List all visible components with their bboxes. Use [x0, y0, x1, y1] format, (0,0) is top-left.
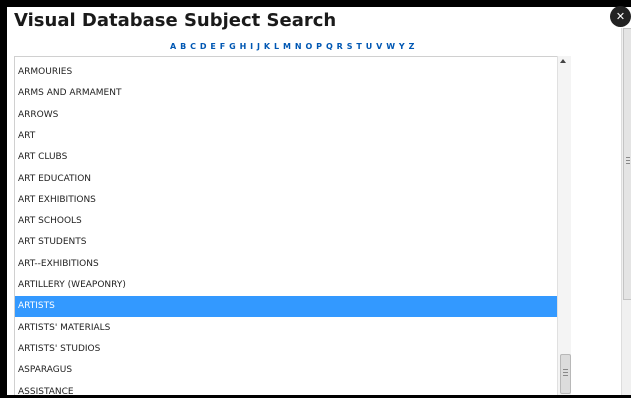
- letter-link-p[interactable]: P: [316, 40, 322, 54]
- letter-link-j[interactable]: J: [257, 40, 260, 54]
- letter-link-t[interactable]: T: [356, 40, 361, 54]
- subject-list-item[interactable]: ART EDUCATION: [15, 169, 560, 190]
- subject-list-item[interactable]: ARMS AND ARMAMENT: [15, 83, 560, 104]
- subject-list: ARMOURIES ARMS AND ARMAMENT ARROWS ART ART C…: [14, 56, 571, 396]
- page-scrollbar[interactable]: [621, 28, 631, 395]
- letter-link-f[interactable]: F: [220, 40, 225, 54]
- letter-link-o[interactable]: O: [305, 40, 312, 54]
- letter-link-n[interactable]: N: [295, 40, 302, 54]
- subject-list-item[interactable]: ARTISTS' STUDIOS: [15, 339, 560, 360]
- letter-link-m[interactable]: M: [283, 40, 291, 54]
- letter-link-d[interactable]: D: [200, 40, 207, 54]
- letter-link-s[interactable]: S: [347, 40, 353, 54]
- letter-link-q[interactable]: Q: [326, 40, 333, 54]
- subject-list-item[interactable]: ART--EXHIBITIONS: [15, 254, 560, 275]
- subject-list-item[interactable]: ART SCHOOLS: [15, 211, 560, 232]
- letter-link-a[interactable]: A: [170, 40, 176, 54]
- letter-link-u[interactable]: U: [366, 40, 373, 54]
- subject-list-item[interactable]: ART EXHIBITIONS: [15, 190, 560, 211]
- letter-link-w[interactable]: W: [386, 40, 395, 54]
- letter-link-g[interactable]: G: [229, 40, 236, 54]
- subject-list-scroll-thumb[interactable]: [560, 354, 571, 394]
- letter-link-b[interactable]: B: [180, 40, 186, 54]
- subject-list-item[interactable]: ARROWS: [15, 105, 560, 126]
- subject-list-item[interactable]: ASSISTANCE: [15, 382, 560, 397]
- letter-link-k[interactable]: K: [264, 40, 270, 54]
- letter-link-y[interactable]: Y: [399, 40, 405, 54]
- window-top-border: [0, 0, 631, 7]
- letter-link-i[interactable]: I: [250, 40, 253, 54]
- subject-list-item[interactable]: ARTILLERY (WEAPONRY): [15, 275, 560, 296]
- subject-list-item[interactable]: ART STUDENTS: [15, 232, 560, 253]
- letter-link-v[interactable]: V: [376, 40, 382, 54]
- page-scroll-thumb[interactable]: [623, 28, 631, 300]
- letter-link-l[interactable]: L: [274, 40, 279, 54]
- subject-list-item[interactable]: ART: [15, 126, 560, 147]
- letter-link-e[interactable]: E: [210, 40, 215, 54]
- close-icon: ✕: [615, 10, 626, 23]
- subject-list-item[interactable]: ART CLUBS: [15, 147, 560, 168]
- alphabet-nav: ABCDEFGHIJKLMNOPQRSTUVWYZ: [170, 40, 418, 54]
- dialog-title: Visual Database Subject Search: [14, 10, 337, 31]
- window-left-border: [0, 0, 7, 398]
- subject-list-item[interactable]: ARMOURIES: [15, 62, 560, 83]
- subject-list-item[interactable]: ARTISTS' MATERIALS: [15, 318, 560, 339]
- letter-link-r[interactable]: R: [337, 40, 343, 54]
- letter-link-c[interactable]: C: [190, 40, 196, 54]
- letter-link-h[interactable]: H: [240, 40, 247, 54]
- close-button[interactable]: ✕: [610, 6, 631, 27]
- subject-list-scrollbar[interactable]: [557, 56, 571, 395]
- scroll-up-arrow-icon[interactable]: [560, 59, 566, 63]
- letter-link-z[interactable]: Z: [409, 40, 415, 54]
- subject-list-item[interactable]: ASPARAGUS: [15, 360, 560, 381]
- subject-list-item[interactable]: ARTISTS: [15, 296, 560, 318]
